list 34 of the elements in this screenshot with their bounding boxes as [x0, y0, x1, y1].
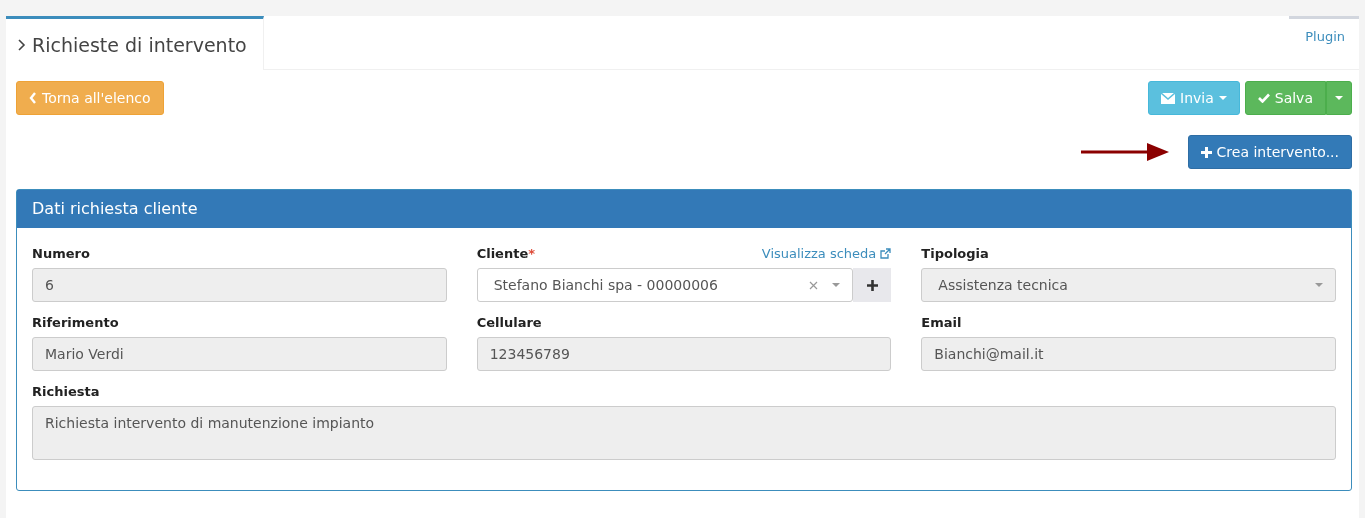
tab[interactable]: Plugin	[1289, 16, 1359, 70]
arrow-icon	[1080, 143, 1169, 161]
input-field[interactable]: 6	[32, 268, 447, 302]
create-button[interactable]: Crea intervento...	[1187, 135, 1352, 169]
check-icon	[1257, 93, 1270, 103]
text-area[interactable]: Richiesta intervento di manutenzione impianto	[32, 406, 1336, 460]
plus-icon	[866, 279, 878, 291]
field-label: Email	[921, 314, 962, 330]
caret-icon	[1315, 283, 1323, 287]
select-field[interactable]: Stefano Bianchi spa - 00000006	[476, 268, 854, 302]
chevron-icon	[18, 38, 26, 51]
select-field[interactable]: Assistenza tecnica	[921, 268, 1336, 302]
field-label: Cellulare	[476, 314, 542, 330]
field-label: Cliente*	[476, 245, 536, 261]
caret-icon	[832, 283, 841, 287]
field-label: Riferimento	[32, 314, 119, 330]
panel-title: Dati richiesta cliente	[17, 190, 1351, 228]
field-label: Numero	[32, 245, 90, 261]
add-button[interactable]	[853, 268, 892, 302]
external-link-icon	[880, 247, 892, 259]
input-field[interactable]: Mario Verdi	[32, 337, 447, 371]
field-label: Richiesta	[32, 383, 100, 399]
envelope-icon	[1161, 92, 1175, 104]
input-field[interactable]: 123456789	[476, 337, 892, 371]
view-link[interactable]: Visualizza scheda	[761, 245, 892, 261]
clear-icon[interactable]	[809, 280, 819, 290]
field-label: Tipologia	[921, 245, 989, 261]
caret-icon	[1335, 96, 1343, 100]
caret-icon	[1218, 96, 1227, 100]
save-options-button[interactable]	[1326, 81, 1352, 115]
chevron-left-icon	[29, 92, 37, 104]
input-field[interactable]: Bianchi@mail.it	[921, 337, 1336, 371]
tab[interactable]: Richieste di intervento	[6, 16, 264, 70]
plus-icon	[1200, 146, 1212, 158]
